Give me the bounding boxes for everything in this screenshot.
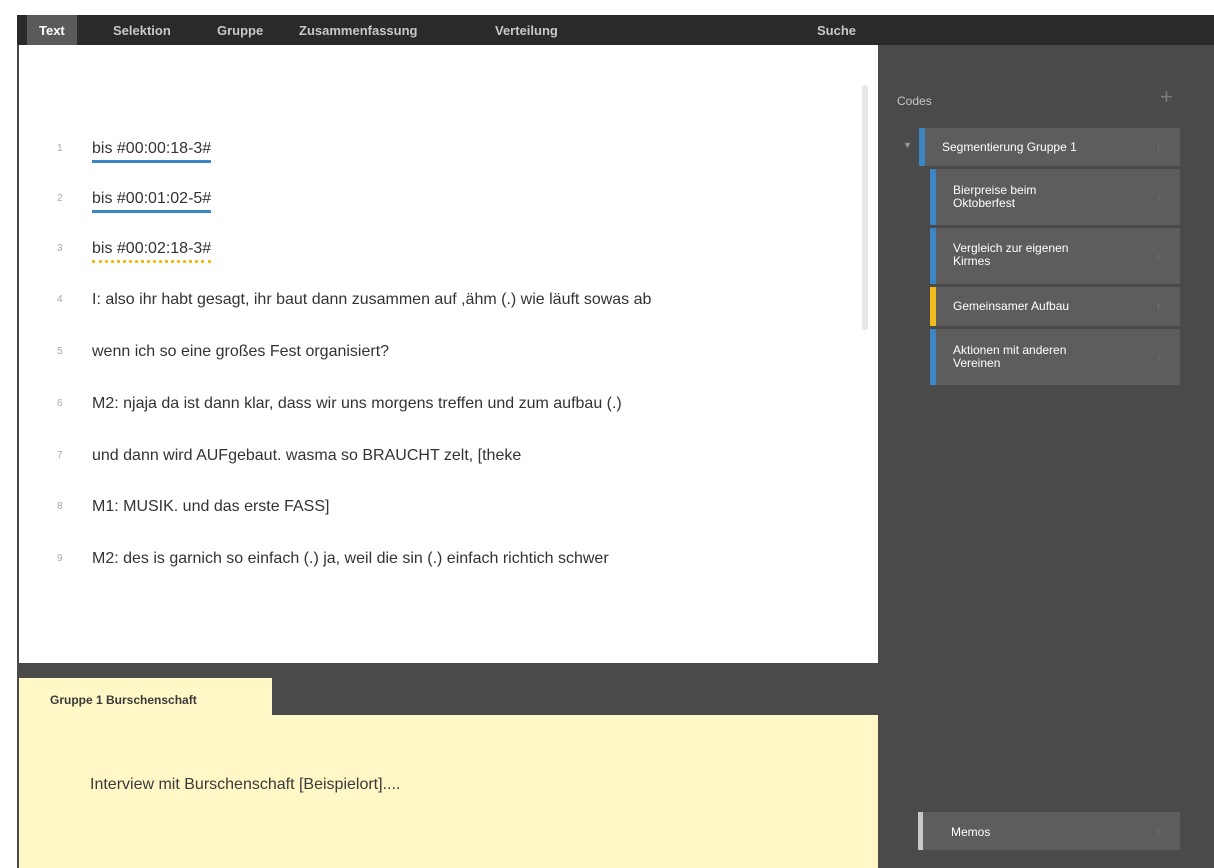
drag-handle-icon[interactable]: ⁝ [1157,301,1160,314]
codes-title: Codes [897,94,932,108]
line-number: 5 [57,346,63,357]
line-text[interactable]: I: also ihr habt gesagt, ihr baut dann z… [92,291,651,309]
tab-memo-gruppe-1[interactable]: Gruppe 1 Burschenschaft [19,678,272,715]
code-label: Gemeinsamer Aufbau [953,299,1070,313]
code-label: Segmentierung Gruppe 1 [942,140,1077,154]
chevron-down-icon[interactable]: ▼ [903,140,912,150]
tab-zusammenfassung[interactable]: Zusammenfassung [287,15,429,45]
line-number: 4 [57,294,63,305]
tab-suche[interactable]: Suche [805,15,868,45]
plus-icon[interactable]: + [1160,84,1173,110]
line-text[interactable]: bis #00:01:02-5# [92,190,212,213]
transcript-line[interactable]: 6 M2: njaja da ist dann klar, dass wir u… [19,393,839,423]
line-number: 9 [57,553,63,564]
line-number: 7 [57,450,63,461]
line-text[interactable]: bis #00:02:18-3# [92,240,212,263]
tab-selektion[interactable]: Selektion [101,15,183,45]
code-item[interactable]: Gemeinsamer Aufbau ⁝ [930,287,1180,326]
line-number: 2 [57,193,63,204]
code-item[interactable]: Bierpreise beim Oktoberfest ⁝ [930,169,1180,225]
memo-panel[interactable]: Interview mit Burschenschaft [Beispielor… [19,715,878,868]
top-navigation: Text Selektion Gruppe Zusammenfassung Ve… [17,15,1214,45]
code-item[interactable]: Aktionen mit anderen Vereinen ⁝ [930,329,1180,385]
line-text[interactable]: M2: njaja da ist dann klar, dass wir uns… [92,395,622,413]
code-color-bar [930,228,936,284]
memo-text[interactable]: Interview mit Burschenschaft [Beispielor… [90,776,400,794]
transcript-line[interactable]: 4 I: also ihr habt gesagt, ihr baut dann… [19,289,839,319]
line-number: 8 [57,501,63,512]
transcript-line[interactable]: 7 und dann wird AUFgebaut. wasma so BRAU… [19,445,839,475]
code-color-bar [930,287,936,326]
line-text[interactable]: M2: des is garnich so einfach (.) ja, we… [92,550,609,568]
tab-verteilung[interactable]: Verteilung [483,15,570,45]
memos-label: Memos [951,825,991,839]
line-text[interactable]: wenn ich so eine großes Fest organisiert… [92,343,389,361]
drag-handle-icon[interactable]: ⁝ [1157,826,1160,837]
line-text[interactable]: M1: MUSIK. und das erste FASS] [92,498,329,516]
editor-scrollbar[interactable] [862,85,868,330]
transcript-line[interactable]: 8 M1: MUSIK. und das erste FASS] [19,496,839,526]
code-group-segmentierung[interactable]: Segmentierung Gruppe 1 ⁝ [919,128,1180,166]
line-text[interactable]: bis #00:00:18-3# [92,140,212,163]
transcript-line[interactable]: 5 wenn ich so eine großes Fest organisie… [19,341,839,371]
drag-handle-icon[interactable]: ⁝ [1157,142,1160,155]
transcript-editor[interactable]: 1 bis #00:00:18-3# 2 bis #00:01:02-5# 3 … [19,45,878,663]
tab-text[interactable]: Text [27,15,77,45]
transcript-line[interactable]: 3 bis #00:02:18-3# [19,238,839,268]
transcript-line[interactable]: 1 bis #00:00:18-3# [19,138,839,168]
memos-color-bar [918,812,923,850]
code-label: Oktoberfest [953,196,1016,210]
tab-gruppe[interactable]: Gruppe [205,15,275,45]
drag-handle-icon[interactable]: ⁝ [1157,251,1160,264]
code-label: Kirmes [953,254,991,268]
code-color-bar [930,169,936,225]
code-label: Vereinen [953,356,1001,370]
line-number: 3 [57,243,63,254]
code-color-bar [919,128,925,166]
drag-handle-icon[interactable]: ⁝ [1157,192,1160,205]
code-color-bar [930,329,936,385]
transcript-line[interactable]: 9 M2: des is garnich so einfach (.) ja, … [19,548,839,578]
code-item[interactable]: Vergleich zur eigenen Kirmes ⁝ [930,228,1180,284]
drag-handle-icon[interactable]: ⁝ [1157,352,1160,365]
memos-button[interactable]: Memos ⁝ [918,812,1180,850]
app-window: Text Selektion Gruppe Zusammenfassung Ve… [17,15,1214,868]
line-number: 1 [57,143,63,154]
line-text[interactable]: und dann wird AUFgebaut. wasma so BRAUCH… [92,447,521,465]
transcript-line[interactable]: 2 bis #00:01:02-5# [19,188,839,218]
line-number: 6 [57,398,63,409]
